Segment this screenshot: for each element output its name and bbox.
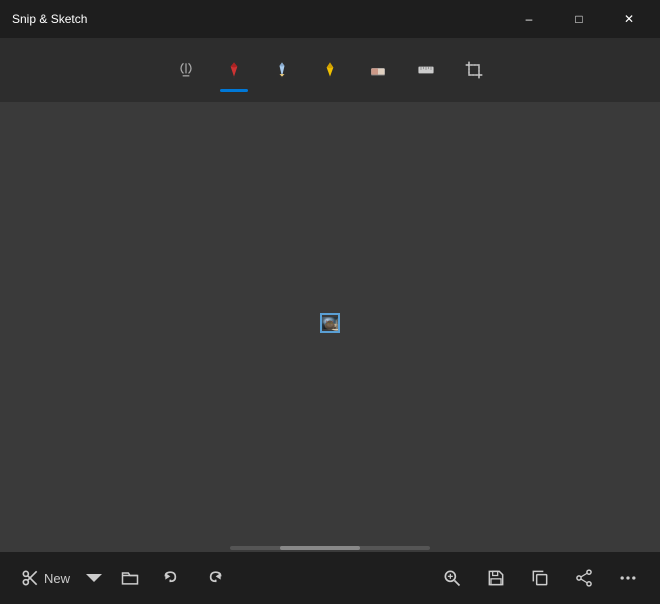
crop-icon (464, 60, 484, 80)
eraser-icon (368, 60, 388, 80)
more-icon (618, 568, 638, 588)
window-controls: – □ ✕ (506, 3, 652, 35)
scissors-icon (20, 568, 40, 588)
highlighter-tool[interactable] (308, 48, 352, 92)
minimize-button[interactable]: – (506, 3, 552, 35)
open-button[interactable] (110, 558, 150, 598)
zoom-icon (442, 568, 462, 588)
scrollbar-thumb[interactable] (280, 546, 360, 550)
new-label: New (44, 571, 70, 586)
new-button[interactable]: New (12, 558, 78, 598)
canvas-area (0, 102, 660, 544)
title-bar-left: Snip & Sketch (12, 12, 87, 26)
snip-image (320, 313, 340, 333)
save-icon (486, 568, 506, 588)
bottom-left-controls: New (12, 558, 234, 598)
share-button[interactable] (564, 558, 604, 598)
undo-button[interactable] (152, 558, 192, 598)
pencil-tool[interactable] (260, 48, 304, 92)
eraser-tool[interactable] (356, 48, 400, 92)
touch-write-icon (176, 60, 196, 80)
title-bar: Snip & Sketch – □ ✕ (0, 0, 660, 38)
undo-icon (162, 568, 182, 588)
more-button[interactable] (608, 558, 648, 598)
zoom-button[interactable] (432, 558, 472, 598)
new-dropdown-button[interactable] (80, 558, 108, 598)
scrollbar-track[interactable] (230, 546, 430, 550)
bottom-bar: New (0, 552, 660, 604)
redo-icon (204, 568, 224, 588)
ballpoint-pen-tool[interactable] (212, 48, 256, 92)
ballpoint-icon (224, 60, 244, 80)
bottom-right-controls (432, 558, 648, 598)
app-title: Snip & Sketch (12, 12, 87, 26)
highlighter-icon (320, 60, 340, 80)
close-button[interactable]: ✕ (606, 3, 652, 35)
scrollbar-area (0, 544, 660, 552)
chevron-down-icon (84, 568, 104, 588)
ruler-tool[interactable] (404, 48, 448, 92)
copy-icon (530, 568, 550, 588)
save-button[interactable] (476, 558, 516, 598)
crop-tool[interactable] (452, 48, 496, 92)
toolbar (0, 38, 660, 102)
pencil-icon (272, 60, 292, 80)
maximize-button[interactable]: □ (556, 3, 602, 35)
ruler-icon (416, 60, 436, 80)
copy-button[interactable] (520, 558, 560, 598)
open-icon (120, 568, 140, 588)
redo-button[interactable] (194, 558, 234, 598)
touch-writing-tool[interactable] (164, 48, 208, 92)
share-icon (574, 568, 594, 588)
image-container (320, 313, 340, 333)
